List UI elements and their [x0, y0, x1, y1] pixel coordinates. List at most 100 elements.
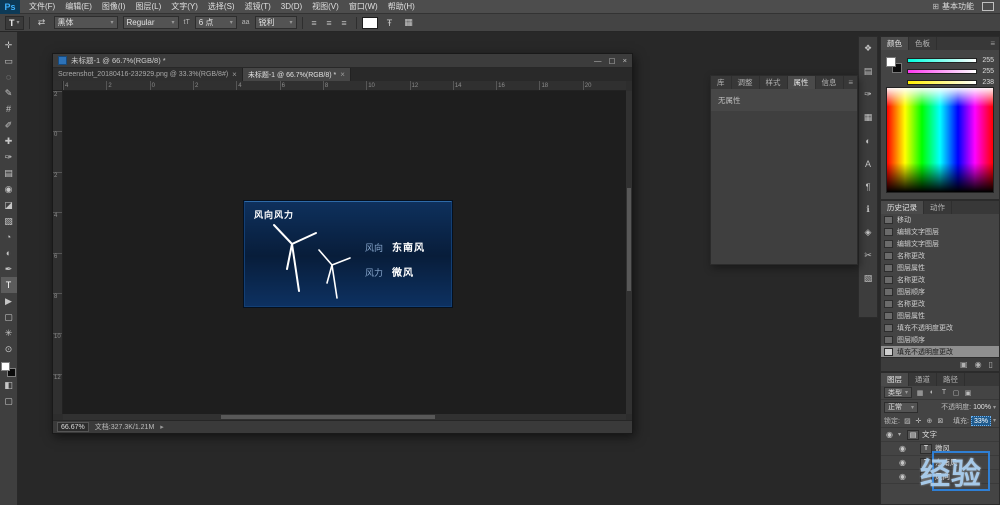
foreground-color-swatch[interactable]: [886, 57, 896, 67]
lock-transparency-icon[interactable]: ▨: [903, 415, 912, 426]
channel-value[interactable]: 238: [980, 79, 994, 86]
menu-item[interactable]: 图层(L): [130, 0, 166, 14]
type-tool[interactable]: T: [1, 277, 17, 293]
anti-alias-select[interactable]: 锐利 ▾: [255, 16, 297, 29]
menu-item[interactable]: 文字(Y): [166, 0, 203, 14]
layer-visibility-eye-icon[interactable]: ◉: [884, 430, 895, 439]
history-state[interactable]: 编辑文字图层: [881, 238, 999, 250]
workspace-switcher[interactable]: ⊞ 基本功能: [924, 1, 982, 12]
new-snapshot-icon[interactable]: ◉: [975, 360, 982, 369]
color-slider[interactable]: 255: [907, 56, 994, 64]
foreground-background-swatches[interactable]: [1, 362, 16, 377]
filter-type-layers-icon[interactable]: T: [939, 387, 949, 398]
healing-brush-tool[interactable]: ✚: [1, 133, 17, 149]
history-state[interactable]: 填充不透明度更改: [881, 322, 999, 334]
panel-tab[interactable]: 图层: [881, 373, 909, 386]
history-state[interactable]: 填充不透明度更改: [881, 346, 999, 357]
shape-tool[interactable]: ▢: [1, 309, 17, 325]
layer-row[interactable]: ◉ T 微风: [881, 442, 999, 456]
text-orientation-icon[interactable]: ⇄: [35, 16, 49, 29]
crop-tool[interactable]: #: [1, 101, 17, 117]
menu-item[interactable]: 3D(D): [276, 0, 307, 14]
panel-styles-icon[interactable]: ◈: [861, 226, 875, 239]
eraser-tool[interactable]: ◪: [1, 197, 17, 213]
move-tool[interactable]: ✛: [1, 37, 17, 53]
close-tab-icon[interactable]: ×: [232, 70, 237, 79]
vertical-scrollbar[interactable]: [626, 91, 632, 414]
filter-shape-layers-icon[interactable]: ▢: [951, 387, 961, 398]
align-left-icon[interactable]: ≡: [308, 16, 321, 29]
document-canvas[interactable]: 风向风力 风向: [63, 91, 626, 414]
menu-item[interactable]: 窗口(W): [344, 0, 383, 14]
clone-stamp-tool[interactable]: ▤: [1, 165, 17, 181]
panel-adjustments-icon[interactable]: ◐: [861, 134, 875, 147]
gradient-tool[interactable]: ▧: [1, 213, 17, 229]
history-state[interactable]: 名称更改: [881, 274, 999, 286]
zoom-level-field[interactable]: 66.67%: [57, 422, 89, 432]
document-window-titlebar[interactable]: 未标题-1 @ 66.7%(RGB/8) * —▢×: [53, 54, 632, 68]
pen-tool[interactable]: ✒: [1, 261, 17, 277]
panel-menu-icon[interactable]: ≡: [844, 76, 857, 89]
layer-visibility-eye-icon[interactable]: ◉: [897, 444, 908, 453]
panel-character-icon[interactable]: A: [861, 157, 875, 170]
brush-tool[interactable]: ✑: [1, 149, 17, 165]
menu-item[interactable]: 图像(I): [97, 0, 131, 14]
color-slider[interactable]: 255: [907, 67, 994, 75]
panel-tab[interactable]: 属性: [788, 76, 816, 89]
status-flyout-arrow-icon[interactable]: ▸: [160, 423, 164, 431]
panel-tab[interactable]: 库: [711, 76, 732, 89]
window-restore-icon[interactable]: [982, 2, 994, 11]
layer-row[interactable]: ◉ T 东南风: [881, 456, 999, 470]
panel-tab[interactable]: 颜色: [881, 37, 909, 50]
panel-swatches-icon[interactable]: ▦: [861, 111, 875, 124]
layer-row[interactable]: ◉ T 风向: [881, 470, 999, 484]
lasso-tool[interactable]: ◌: [1, 69, 17, 85]
layer-row[interactable]: ◉ ▾ ▤ 文字: [881, 428, 999, 442]
panel-navigator-icon[interactable]: ❖: [861, 42, 875, 55]
panel-tab[interactable]: 路径: [937, 373, 965, 386]
color-slider[interactable]: 238: [907, 78, 994, 86]
eyedropper-tool[interactable]: ✐: [1, 117, 17, 133]
toggle-character-panel-icon[interactable]: ▦: [402, 16, 416, 29]
font-style-select[interactable]: Regular ▾: [123, 16, 179, 29]
layer-visibility-eye-icon[interactable]: ◉: [897, 472, 908, 481]
history-state[interactable]: 图层顺序: [881, 286, 999, 298]
history-state[interactable]: 图层属性: [881, 310, 999, 322]
fill-value-field[interactable]: 33%: [971, 416, 991, 426]
panel-tab[interactable]: 样式: [760, 76, 788, 89]
lock-pixels-icon[interactable]: ✛: [914, 415, 923, 426]
screen-mode-button[interactable]: ▢: [1, 393, 17, 409]
font-size-select[interactable]: 6 点 ▾: [195, 16, 237, 29]
layer-name[interactable]: 风向: [935, 471, 950, 482]
menu-item[interactable]: 编辑(E): [60, 0, 97, 14]
panel-notes-icon[interactable]: ▧: [861, 272, 875, 285]
channel-value[interactable]: 255: [980, 68, 994, 75]
layer-name[interactable]: 微风: [935, 443, 950, 454]
menu-item[interactable]: 选择(S): [203, 0, 240, 14]
panel-timeline-icon[interactable]: ✂: [861, 249, 875, 262]
panel-info-icon[interactable]: ℹ: [861, 203, 875, 216]
panel-clone-source-icon[interactable]: ▤: [861, 65, 875, 78]
history-state[interactable]: 编辑文字图层: [881, 226, 999, 238]
slider-track[interactable]: [907, 58, 977, 63]
panel-brush-icon[interactable]: ✑: [861, 88, 875, 101]
panel-tab[interactable]: 动作: [924, 201, 952, 214]
history-state[interactable]: 名称更改: [881, 298, 999, 310]
slider-track[interactable]: [907, 80, 977, 85]
delete-state-icon[interactable]: ▯: [989, 360, 993, 369]
color-spectrum-picker[interactable]: [886, 87, 994, 193]
document-tab[interactable]: Screenshot_20180416-232929.png @ 33.3%(R…: [53, 68, 243, 81]
layer-filter-kind-select[interactable]: 类型 ▾: [884, 387, 912, 398]
lock-position-icon[interactable]: ⊕: [925, 415, 934, 426]
history-brush-tool[interactable]: ◉: [1, 181, 17, 197]
menu-item[interactable]: 视图(V): [307, 0, 344, 14]
dodge-tool[interactable]: ◐: [1, 245, 17, 261]
filter-smart-objects-icon[interactable]: ▣: [963, 387, 973, 398]
hand-tool[interactable]: ✳: [1, 325, 17, 341]
group-disclosure-icon[interactable]: ▾: [898, 431, 904, 438]
menu-item[interactable]: 滤镜(T): [240, 0, 276, 14]
align-right-icon[interactable]: ≡: [338, 16, 351, 29]
quick-selection-tool[interactable]: ✎: [1, 85, 17, 101]
text-color-swatch[interactable]: [362, 17, 378, 29]
panel-tab[interactable]: 信息: [816, 76, 844, 89]
